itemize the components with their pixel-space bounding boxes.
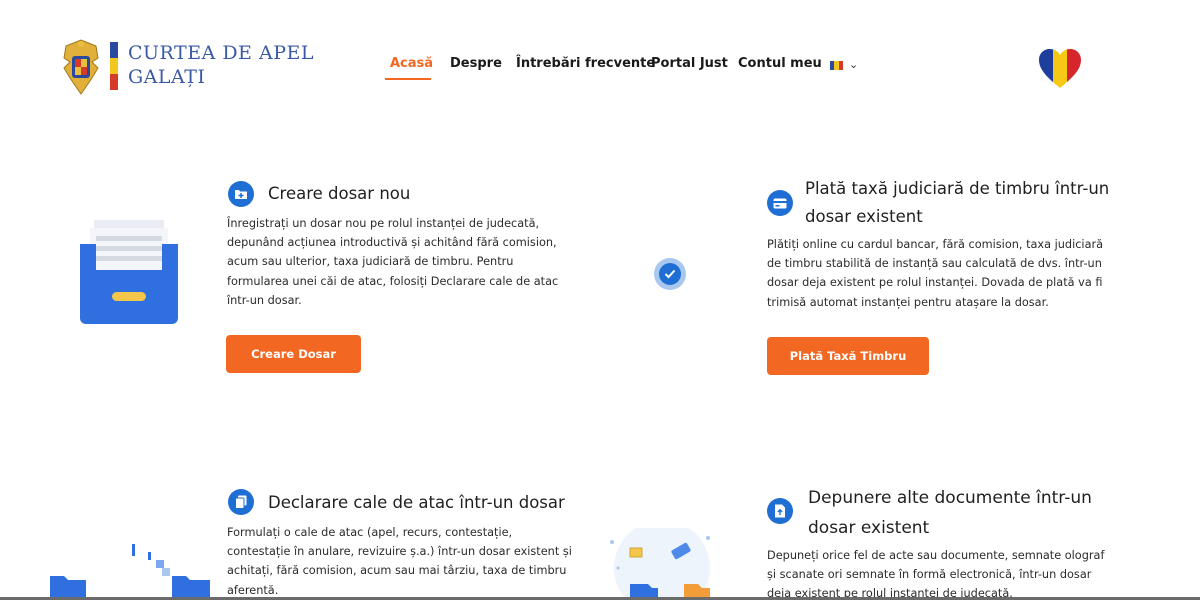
- desc-line: de timbru stabilită de instanță sau calc…: [767, 257, 1102, 271]
- language-selector[interactable]: ⌄: [830, 58, 862, 73]
- check-badge-icon: [654, 258, 686, 290]
- title-line: dosar existent: [808, 518, 930, 538]
- desc-line: Formulați o cale de atac (apel, recurs, …: [227, 526, 513, 539]
- creare-dosar-button[interactable]: Creare Dosar: [226, 335, 361, 373]
- logo-title-line2: GALAȚI: [128, 66, 206, 88]
- card-title-depunere-documente: Depunere alte documente într-un dosar ex…: [808, 483, 1092, 543]
- nav-active-underline: [385, 78, 431, 80]
- nav-item-acasa[interactable]: Acasă: [390, 56, 433, 71]
- chevron-down-icon: ⌄: [849, 58, 859, 71]
- nav-item-despre[interactable]: Despre: [450, 56, 502, 71]
- card-title-declarare-cale-atac: Declarare cale de atac într-un dosar: [268, 493, 565, 512]
- desc-line: într-un dosar.: [227, 293, 302, 307]
- folder-plus-icon: [228, 181, 254, 207]
- card-desc-depunere-documente: Depuneți orice fel de acte sau documente…: [767, 546, 1104, 600]
- plata-taxa-timbru-button[interactable]: Plată Taxă Timbru: [767, 337, 929, 375]
- title-line: dosar existent: [805, 207, 923, 226]
- card-desc-declarare-cale-atac: Formulați o cale de atac (apel, recurs, …: [227, 523, 572, 600]
- card-icon: [767, 190, 793, 216]
- desc-line: Depuneți orice fel de acte sau documente…: [767, 549, 1105, 562]
- desc-line: achitați, fără comision, acum sau mai tâ…: [227, 564, 567, 578]
- heart-flag-icon: [1039, 49, 1081, 88]
- file-cabinet-illustration: [80, 220, 178, 324]
- desc-line: depunând acțiunea introductivă și achitâ…: [227, 236, 557, 250]
- flag-stripe: [110, 42, 118, 90]
- nav-item-contul-meu[interactable]: Contul meu: [738, 56, 822, 71]
- card-title-creare-dosar: Creare dosar nou: [268, 184, 411, 203]
- romanian-flag-icon: [830, 61, 843, 70]
- desc-line: acum sau ulterior, taxa judiciară de tim…: [227, 255, 514, 269]
- coat-of-arms-icon: [63, 39, 99, 95]
- desc-line: formularea unei căi de atac, folosiți De…: [227, 274, 559, 288]
- document-upload-icon: [767, 498, 793, 524]
- desc-line: trimisă automat instanței pentru atașare…: [767, 295, 1049, 309]
- card-title-plata-taxa: Plată taxă judiciară de timbru într-un d…: [805, 175, 1109, 231]
- copy-icon: [228, 489, 254, 515]
- desc-line: și scanate ori semnate în formă electron…: [767, 568, 1092, 582]
- card-desc-plata-taxa: Plătiți online cu cardul bancar, fără co…: [767, 235, 1103, 312]
- nav-item-portal-just[interactable]: Portal Just: [651, 56, 728, 71]
- desc-line: contestație în anulare, revizuire ș.a.) …: [227, 545, 572, 559]
- documents-illustration: [610, 528, 710, 600]
- desc-line: Plătiți online cu cardul bancar, fără co…: [767, 238, 1104, 251]
- card-desc-creare-dosar: Înregistrați un dosar nou pe rolul insta…: [227, 214, 558, 310]
- title-line: Plată taxă judiciară de timbru într-un: [805, 179, 1110, 198]
- nav-item-intrebari[interactable]: Întrebări frecvente: [516, 56, 655, 71]
- folders-illustration: [50, 544, 210, 600]
- desc-line: Înregistrați un dosar nou pe rolul insta…: [227, 217, 540, 230]
- title-line: Depunere alte documente într-un: [808, 488, 1092, 508]
- site-logo[interactable]: CURTEA DE APEL GALAȚI: [58, 38, 313, 98]
- desc-line: dosar deja existent pe rolul instanței. …: [767, 276, 1103, 290]
- logo-title-line1: CURTEA DE APEL: [128, 42, 314, 64]
